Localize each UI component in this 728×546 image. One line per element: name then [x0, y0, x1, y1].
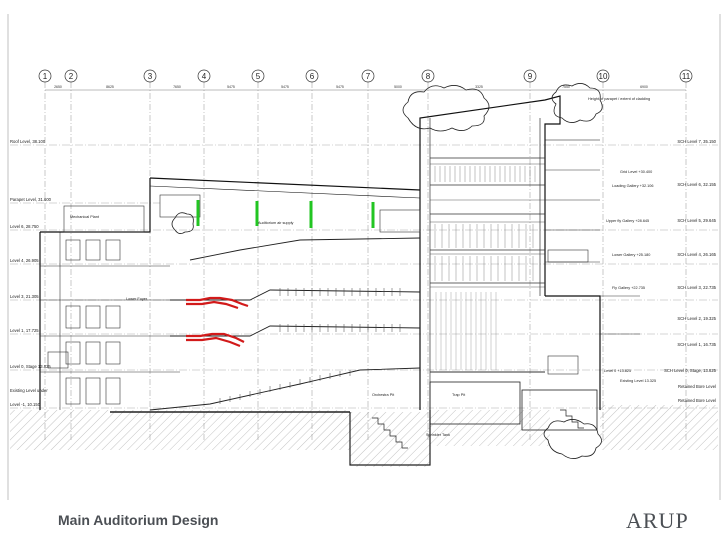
level-label: SCH Level 7, 35.150 — [677, 139, 716, 144]
annotation: Orchestra Pit — [372, 393, 395, 397]
grid-lines — [44, 82, 687, 440]
annotation: Lower Gallery +25.180 — [612, 253, 650, 257]
section-drawing: 1 2 3 4 5 6 7 8 9 10 11 2650 8625 7650 5… — [7, 14, 721, 500]
annotations: Height of parapet / extent of cladding G… — [70, 97, 656, 437]
dimension-label: 6900 — [640, 85, 648, 89]
fly-tower-hatch — [434, 166, 536, 281]
grid-bubble: 2 — [64, 69, 78, 83]
grid-bubble: 9 — [523, 69, 537, 83]
level-label: Roof Level, 38.100 — [10, 139, 46, 144]
level-label: Level 4, 26.905 — [10, 258, 39, 263]
level-label: Level 3, 21.305 — [10, 294, 39, 299]
grid-bubbles: 1 2 3 4 5 6 7 8 9 10 11 — [38, 69, 693, 83]
annotation: Fly Gallery +22.735 — [612, 286, 645, 290]
annotation: Mechanical Plant — [70, 215, 100, 219]
grid-label: 1 — [43, 72, 48, 81]
level-label: Level -1, 10.150 — [10, 402, 41, 407]
level-label: Retained Bore Level — [678, 384, 716, 389]
dimension-label: 5475 — [281, 85, 289, 89]
slide-caption: Main Auditorium Design — [58, 512, 219, 528]
mechanical-plant — [63, 194, 421, 233]
fly-tower-floors — [430, 157, 545, 373]
back-of-house — [545, 169, 640, 375]
grid-label: 11 — [682, 72, 691, 81]
dimension-label: 3325 — [475, 85, 483, 89]
annotation: Trap Pit — [452, 393, 466, 397]
grid-bubble: 1 — [38, 69, 52, 83]
grid-label: 2 — [69, 72, 74, 81]
front-of-house-block — [40, 239, 180, 405]
grid-bubble: 7 — [361, 69, 375, 83]
grid-bubble: 4 — [197, 69, 211, 83]
grid-label: 8 — [426, 72, 431, 81]
dimension-label: 7650 — [173, 85, 181, 89]
level-label: SCH Level 4, 26.165 — [677, 252, 716, 257]
dimension-label: 5000 — [394, 85, 402, 89]
dimension-label: 7550 — [562, 85, 570, 89]
slide: 1 2 3 4 5 6 7 8 9 10 11 2650 8625 7650 5… — [0, 0, 728, 546]
stage-house-hatch — [435, 292, 497, 370]
grid-label: 5 — [256, 72, 261, 81]
revision-clouds — [171, 83, 603, 459]
grid-label: 3 — [148, 72, 153, 81]
annotation: Grid Level +30.400 — [620, 170, 652, 174]
grid-label: 9 — [528, 72, 533, 81]
level-label: Level 1, 17.725 — [10, 328, 39, 333]
annotation: Level 0 +13.825 — [604, 369, 631, 373]
dimension-label: 2650 — [54, 85, 62, 89]
grid-bubble: 5 — [251, 69, 265, 83]
level-label: SCH Level 1, 16.735 — [677, 342, 716, 347]
ground-hatch — [10, 405, 718, 467]
grid-bubble: 3 — [143, 69, 157, 83]
arup-logo: ARUP — [626, 508, 689, 533]
building-outline — [39, 95, 601, 410]
level-label: SCH Level 5, 29.645 — [677, 218, 716, 223]
level-label: SCH Level 2, 19.325 — [677, 316, 716, 321]
dimension-label: 8625 — [106, 85, 114, 89]
grid-bubble: 8 — [421, 69, 435, 83]
grid-label: 6 — [310, 72, 315, 81]
grid-bubble: 11 — [679, 69, 693, 83]
level-label: SCH Level 6, 32.155 — [677, 182, 716, 187]
annotation: Existing Level 13.325 — [620, 379, 656, 383]
annotation: Sprinkler Tank — [426, 433, 450, 437]
annotation: Loading Gallery +32.106 — [612, 184, 653, 188]
level-label: SCH Level 0, Stage, 13.825 — [664, 368, 717, 373]
level-label: SCH Level 3, 22.735 — [677, 285, 716, 290]
level-labels-right: SCH Level 7, 35.150 SCH Level 6, 32.155 … — [664, 139, 717, 403]
dimension-label: 5475 — [336, 85, 344, 89]
annotation: Lower Foyer — [126, 297, 148, 301]
level-label: Level 6, 28.750 — [10, 224, 39, 229]
auditorium-balconies — [149, 237, 421, 411]
grid-bubble: 6 — [305, 69, 319, 83]
annotation: Height of parapet / extent of cladding — [588, 97, 650, 101]
level-label: Existing Level under — [10, 388, 48, 393]
highlight-red-seating — [186, 296, 249, 348]
level-label: Retained Bore Level — [678, 398, 716, 403]
level-label: Level 0, Stage 13.825 — [10, 364, 51, 369]
dimension-label: 5475 — [227, 85, 235, 89]
grid-label: 7 — [366, 72, 371, 81]
level-label: Parapet Level, 31.600 — [10, 197, 52, 202]
annotation: Upper fly Gallery +28.645 — [606, 219, 649, 223]
grid-bubble: 10 — [596, 69, 610, 83]
grid-label: 4 — [202, 72, 207, 81]
annotation: Auditorium air supply — [258, 221, 294, 225]
level-labels-left: Roof Level, 38.100 Parapet Level, 31.600… — [10, 139, 52, 407]
grid-label: 10 — [599, 72, 608, 81]
